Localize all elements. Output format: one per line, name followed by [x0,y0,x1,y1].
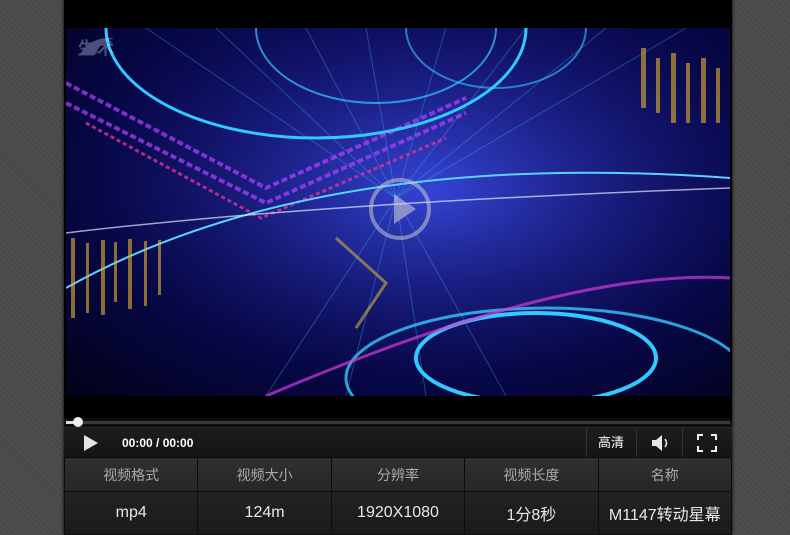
info-header-row: 视频格式 视频大小 分辨率 视频长度 名称 [63,456,733,493]
divider [636,428,637,458]
header-size: 视频大小 [197,456,332,493]
value-duration: 1分8秒 [464,491,599,535]
center-play-button[interactable] [369,178,431,240]
play-button[interactable] [68,429,112,457]
progress-handle[interactable] [73,417,84,427]
header-resolution: 分辨率 [330,456,466,493]
info-value-row: mp4 124m 1920X1080 1分8秒 M1147转动星幕 [63,491,733,535]
time-display: 00:00 / 00:00 [122,436,194,450]
volume-icon [652,435,668,451]
progress-track[interactable] [66,421,730,424]
video-frame[interactable]: 生术 [66,28,730,396]
value-format: mp4 [63,491,199,535]
video-viewport[interactable]: 生术 [64,0,732,418]
quality-button[interactable]: 高清 [588,428,634,458]
header-duration: 视频长度 [464,456,599,493]
volume-button[interactable] [638,428,682,458]
fullscreen-icon [697,434,717,452]
fullscreen-button[interactable] [684,428,730,458]
watermark: 生术 [78,34,116,59]
header-format: 视频格式 [63,456,199,493]
value-name: M1147转动星幕 [597,491,733,535]
divider [682,428,683,458]
control-bar: 00:00 / 00:00 高清 [64,427,732,458]
value-size: 124m [197,491,332,535]
value-resolution: 1920X1080 [330,491,466,535]
progress-bar[interactable] [64,417,732,427]
header-name: 名称 [597,456,733,493]
video-player: 生术 00:00 / 00:00 高清 [63,0,733,535]
video-info-table: 视频格式 视频大小 分辨率 视频长度 名称 mp4 124m 1920X1080… [63,456,733,535]
bird-logo-icon [80,37,114,54]
divider [586,428,587,458]
